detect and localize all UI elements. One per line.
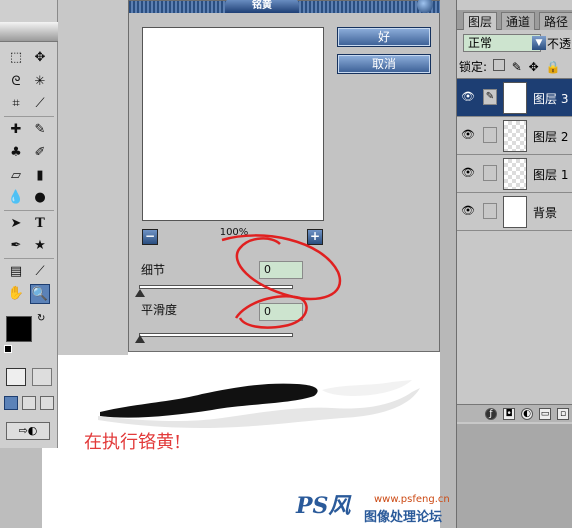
link-box[interactable] (483, 165, 497, 181)
eye-icon[interactable]: 👁 (461, 205, 475, 217)
blend-mode-value: 正常 (468, 36, 493, 50)
image-caption: 在执行铬黄! (84, 432, 182, 453)
lock-move-icon[interactable]: ✥ (529, 60, 539, 74)
eye-icon[interactable]: 👁 (461, 91, 475, 103)
chrome-effect-sample (98, 380, 420, 428)
layer-thumbnail (503, 120, 527, 152)
opacity-label: 不透 (547, 37, 572, 51)
adjustment-layer-icon[interactable]: ◐ (521, 408, 533, 420)
eye-icon[interactable]: 👁 (461, 167, 475, 179)
tab-channels[interactable]: 通道 (501, 12, 535, 30)
layer-thumbnail (503, 82, 527, 114)
workspace-right-gap (440, 0, 456, 528)
eye-icon[interactable]: 👁 (461, 129, 475, 141)
blend-mode-select[interactable]: 正常 ▼ (463, 34, 546, 52)
layer-row[interactable]: 👁 背景 (457, 193, 572, 231)
chevron-down-icon[interactable]: ▼ (532, 36, 546, 50)
layer-name: 背景 (533, 206, 558, 220)
lock-row: 锁定: ✎ ✥ 🔒 (459, 58, 572, 75)
layers-panel: 图层 通道 路径 正常 ▼ 不透 锁定: ✎ ✥ 🔒 👁 ✎ 图层 3 👁 图层… (456, 0, 572, 528)
layer-style-icon[interactable]: ƒ (485, 408, 497, 420)
new-group-icon[interactable]: ▭ (539, 408, 551, 420)
lock-label: 锁定: (459, 60, 488, 74)
panel-dock-area (457, 424, 572, 528)
watermark-logo: PS风 (296, 493, 351, 519)
layer-row[interactable]: 👁 图层 1 (457, 155, 572, 193)
layer-thumbnail (503, 158, 527, 190)
annotation-circle-smoothness (234, 295, 308, 329)
tab-paths[interactable]: 路径 (539, 12, 572, 30)
layer-row[interactable]: 👁 ✎ 图层 3 (457, 79, 572, 117)
brush-icon[interactable]: ✎ (483, 89, 497, 105)
link-box[interactable] (483, 203, 497, 219)
layers-panel-footer: ƒ ◘ ◐ ▭ ▫ (457, 404, 572, 422)
lock-transparency-icon[interactable] (492, 59, 505, 71)
new-layer-icon[interactable]: ▫ (557, 408, 569, 420)
layer-name: 图层 1 (533, 168, 569, 182)
layer-name: 图层 3 (533, 92, 569, 106)
lock-paint-icon[interactable]: ✎ (512, 60, 522, 74)
lock-all-icon[interactable]: 🔒 (545, 60, 560, 74)
link-box[interactable] (483, 127, 497, 143)
layer-name: 图层 2 (533, 130, 569, 144)
tab-layers[interactable]: 图层 (463, 12, 497, 30)
layers-list: 👁 ✎ 图层 3 👁 图层 2 👁 图层 1 👁 背景 (457, 78, 572, 408)
layer-mask-icon[interactable]: ◘ (503, 408, 515, 420)
watermark-text: 图像处理论坛 (364, 510, 443, 525)
layer-thumbnail (503, 196, 527, 228)
panel-tabs: 图层 通道 路径 (457, 10, 572, 30)
annotation-circle-detail (221, 234, 342, 301)
layer-row[interactable]: 👁 图层 2 (457, 117, 572, 155)
watermark-url: www.psfeng.cn (374, 494, 450, 505)
